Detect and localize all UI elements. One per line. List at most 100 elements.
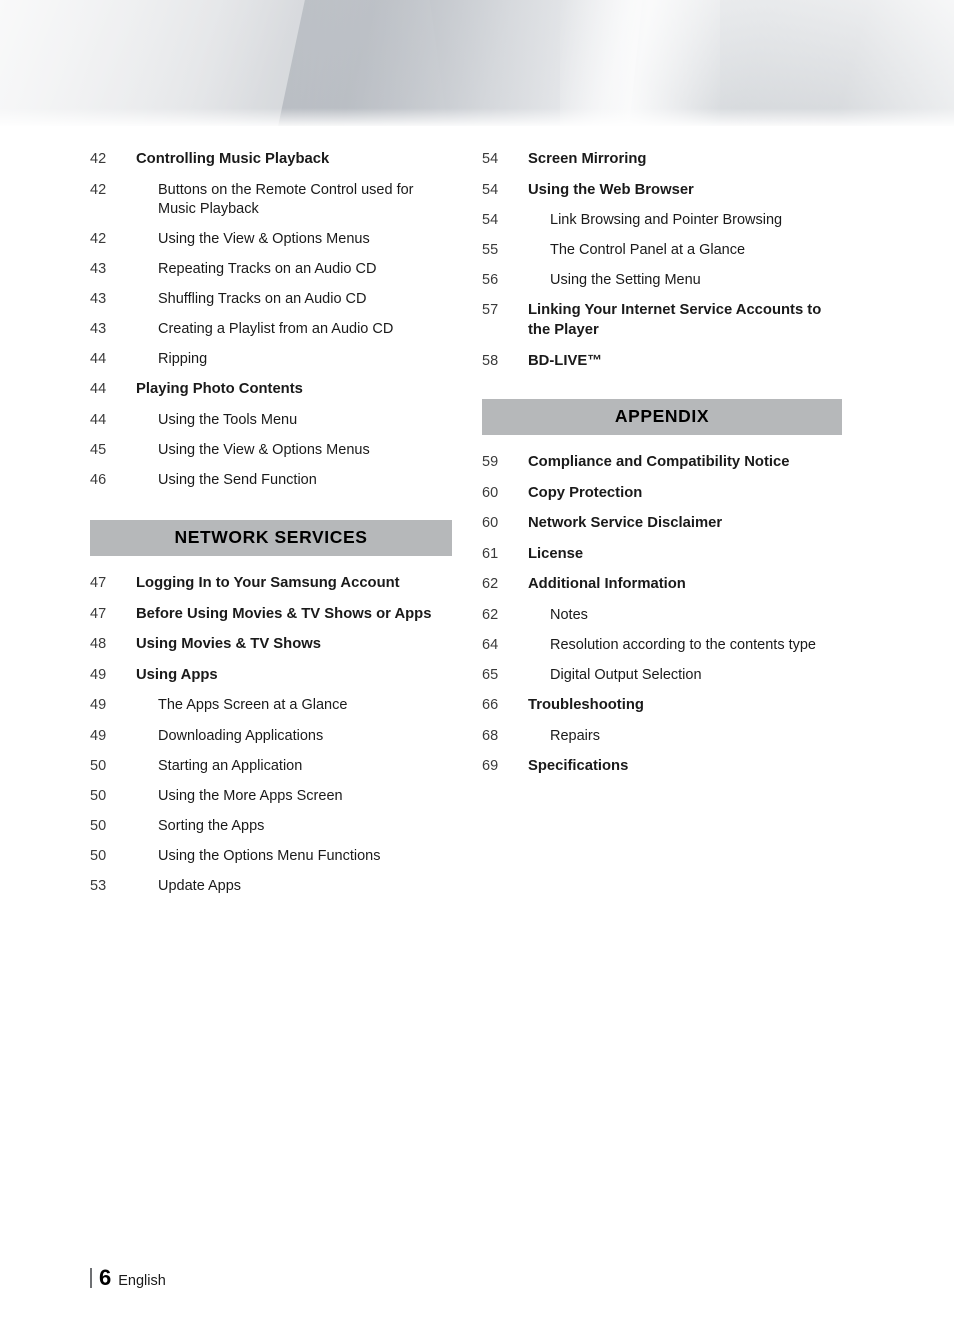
toc-entry-label: Shuffling Tracks on an Audio CD bbox=[158, 291, 367, 308]
toc-entry[interactable]: 48 Using Movies & TV Shows bbox=[90, 635, 452, 655]
toc-entry-page: 49 bbox=[90, 697, 107, 714]
toc-entry-label: Additional Information bbox=[528, 576, 686, 593]
toc-entry[interactable]: 49 The Apps Screen at a Glance bbox=[90, 696, 452, 715]
toc-entry-label: Downloading Applications bbox=[158, 727, 324, 744]
toc-entry-page: 42 bbox=[90, 151, 107, 167]
toc-entry[interactable]: 42 Using the View & Options Menus bbox=[90, 230, 452, 249]
toc-entry-page: 50 bbox=[90, 817, 107, 834]
footer-language-label: English bbox=[118, 1273, 166, 1289]
toc-entry-page: 42 bbox=[90, 230, 107, 247]
toc-entry-page: 46 bbox=[90, 472, 107, 489]
toc-entry-label: Linking Your Internet Service Accounts t… bbox=[528, 302, 822, 338]
toc-entry-label: Troubleshooting bbox=[528, 697, 644, 714]
toc-entry[interactable]: 60 Copy Protection bbox=[482, 484, 842, 504]
toc-entry-label: Starting an Application bbox=[158, 757, 303, 774]
toc-entry-label: Using Apps bbox=[136, 666, 218, 683]
toc-entry[interactable]: 62 Additional Information bbox=[482, 575, 842, 595]
toc-entry[interactable]: 42 Controlling Music Playback bbox=[90, 150, 452, 170]
toc-entry[interactable]: 59 Compliance and Compatibility Notice bbox=[482, 453, 842, 473]
toc-entry-page: 60 bbox=[482, 484, 499, 501]
toc-entry-page: 55 bbox=[482, 242, 499, 259]
toc-entry[interactable]: 49 Downloading Applications bbox=[90, 727, 452, 746]
toc-entry[interactable]: 50 Using the More Apps Screen bbox=[90, 787, 452, 806]
footer-divider-bar bbox=[90, 1268, 92, 1288]
toc-entry-label: Using the View & Options Menus bbox=[158, 230, 370, 247]
toc-entry-page: 54 bbox=[482, 212, 499, 229]
toc-entry-label: Ripping bbox=[158, 351, 208, 368]
toc-entry-page: 54 bbox=[482, 151, 499, 167]
toc-entry[interactable]: 65 Digital Output Selection bbox=[482, 666, 842, 685]
toc-entry-page: 56 bbox=[482, 272, 499, 289]
toc-entry-label: The Apps Screen at a Glance bbox=[158, 697, 348, 714]
toc-entry-page: 62 bbox=[482, 606, 499, 623]
toc-entry[interactable]: 53 Update Apps bbox=[90, 877, 452, 896]
toc-entry[interactable]: 49 Using Apps bbox=[90, 666, 452, 686]
toc-entry[interactable]: 42 Buttons on the Remote Control used fo… bbox=[90, 181, 452, 219]
toc-entry-page: 42 bbox=[90, 181, 107, 198]
toc-entry[interactable]: 68 Repairs bbox=[482, 727, 842, 746]
toc-entry-page: 44 bbox=[90, 381, 107, 398]
toc-entry-label: BD-LIVE™ bbox=[528, 352, 602, 369]
toc-entry-label: Using the Tools Menu bbox=[158, 411, 298, 428]
toc-entry-page: 48 bbox=[90, 636, 107, 653]
toc-entry-page: 62 bbox=[482, 576, 499, 593]
toc-entry-label: License bbox=[528, 545, 584, 562]
toc-entry-label: Using the Send Function bbox=[158, 472, 317, 489]
toc-entry-label: Playing Photo Contents bbox=[136, 381, 303, 398]
toc-entry[interactable]: 55 The Control Panel at a Glance bbox=[482, 241, 842, 260]
toc-entry[interactable]: 44 Ripping bbox=[90, 350, 452, 369]
toc-entry[interactable]: 64 Resolution according to the contents … bbox=[482, 636, 842, 655]
toc-entry-label: Link Browsing and Pointer Browsing bbox=[550, 212, 783, 229]
toc-entry-page: 61 bbox=[482, 545, 499, 562]
toc-entry[interactable]: 57 Linking Your Internet Service Account… bbox=[482, 301, 842, 340]
toc-entry-page: 49 bbox=[90, 666, 107, 683]
toc-entry-label: Using the Options Menu Functions bbox=[158, 848, 381, 865]
toc-entry[interactable]: 61 License bbox=[482, 545, 842, 565]
toc-entry[interactable]: 46 Using the Send Function bbox=[90, 471, 452, 490]
toc-entry[interactable]: 60 Network Service Disclaimer bbox=[482, 514, 842, 534]
toc-entry-label: Update Apps bbox=[158, 878, 242, 895]
toc-entry[interactable]: 50 Using the Options Menu Functions bbox=[90, 847, 452, 866]
toc-entry-page: 50 bbox=[90, 848, 107, 865]
toc-entry[interactable]: 58 BD-LIVE™ bbox=[482, 352, 842, 372]
toc-entry-label: Compliance and Compatibility Notice bbox=[528, 454, 790, 471]
manual-page: 42 Controlling Music Playback 42 Buttons… bbox=[0, 0, 954, 1339]
toc-entry[interactable]: 54 Using the Web Browser bbox=[482, 181, 842, 201]
toc-entry-page: 43 bbox=[90, 291, 107, 308]
banner-fade bbox=[0, 108, 954, 128]
toc-entry[interactable]: 43 Repeating Tracks on an Audio CD bbox=[90, 260, 452, 279]
toc-entry-page: 45 bbox=[90, 442, 107, 459]
toc-entry-label: Using the View & Options Menus bbox=[158, 442, 370, 459]
toc-entry-page: 44 bbox=[90, 411, 107, 428]
toc-entry-label: Network Service Disclaimer bbox=[528, 515, 723, 532]
toc-entry-page: 44 bbox=[90, 351, 107, 368]
toc-entry[interactable]: 47 Logging In to Your Samsung Account bbox=[90, 574, 452, 594]
toc-entry[interactable]: 50 Sorting the Apps bbox=[90, 817, 452, 836]
toc-entry[interactable]: 69 Specifications bbox=[482, 757, 842, 777]
toc-entry[interactable]: 50 Starting an Application bbox=[90, 757, 452, 776]
toc-entry[interactable]: 45 Using the View & Options Menus bbox=[90, 441, 452, 460]
toc-entry-label: Using the Web Browser bbox=[528, 181, 694, 198]
toc-entry-page: 58 bbox=[482, 352, 499, 369]
toc-entry-label: Specifications bbox=[528, 757, 629, 774]
toc-entry-label: The Control Panel at a Glance bbox=[550, 242, 746, 259]
toc-entry-page: 69 bbox=[482, 757, 499, 774]
toc-entry[interactable]: 43 Shuffling Tracks on an Audio CD bbox=[90, 290, 452, 309]
toc-entry-page: 47 bbox=[90, 605, 107, 622]
toc-entry[interactable]: 54 Screen Mirroring bbox=[482, 150, 842, 170]
toc-entry-label: Repeating Tracks on an Audio CD bbox=[158, 260, 377, 277]
toc-entry[interactable]: 47 Before Using Movies & TV Shows or App… bbox=[90, 605, 452, 625]
toc-entry-label: Logging In to Your Samsung Account bbox=[136, 575, 400, 592]
toc-entry-page: 53 bbox=[90, 878, 107, 895]
toc-entry[interactable]: 44 Using the Tools Menu bbox=[90, 411, 452, 430]
toc-entry[interactable]: 62 Notes bbox=[482, 606, 842, 625]
toc-entry-label: Copy Protection bbox=[528, 484, 643, 501]
toc-entry-page: 59 bbox=[482, 454, 499, 471]
toc-entry[interactable]: 56 Using the Setting Menu bbox=[482, 271, 842, 290]
toc-entry[interactable]: 54 Link Browsing and Pointer Browsing bbox=[482, 211, 842, 230]
toc-entry[interactable]: 44 Playing Photo Contents bbox=[90, 380, 452, 400]
toc-entry-page: 65 bbox=[482, 666, 499, 683]
toc-entry[interactable]: 66 Troubleshooting bbox=[482, 696, 842, 716]
toc-right-top-entries: 54 Screen Mirroring 54 Using the Web Bro… bbox=[482, 150, 842, 371]
toc-entry[interactable]: 43 Creating a Playlist from an Audio CD bbox=[90, 320, 452, 339]
